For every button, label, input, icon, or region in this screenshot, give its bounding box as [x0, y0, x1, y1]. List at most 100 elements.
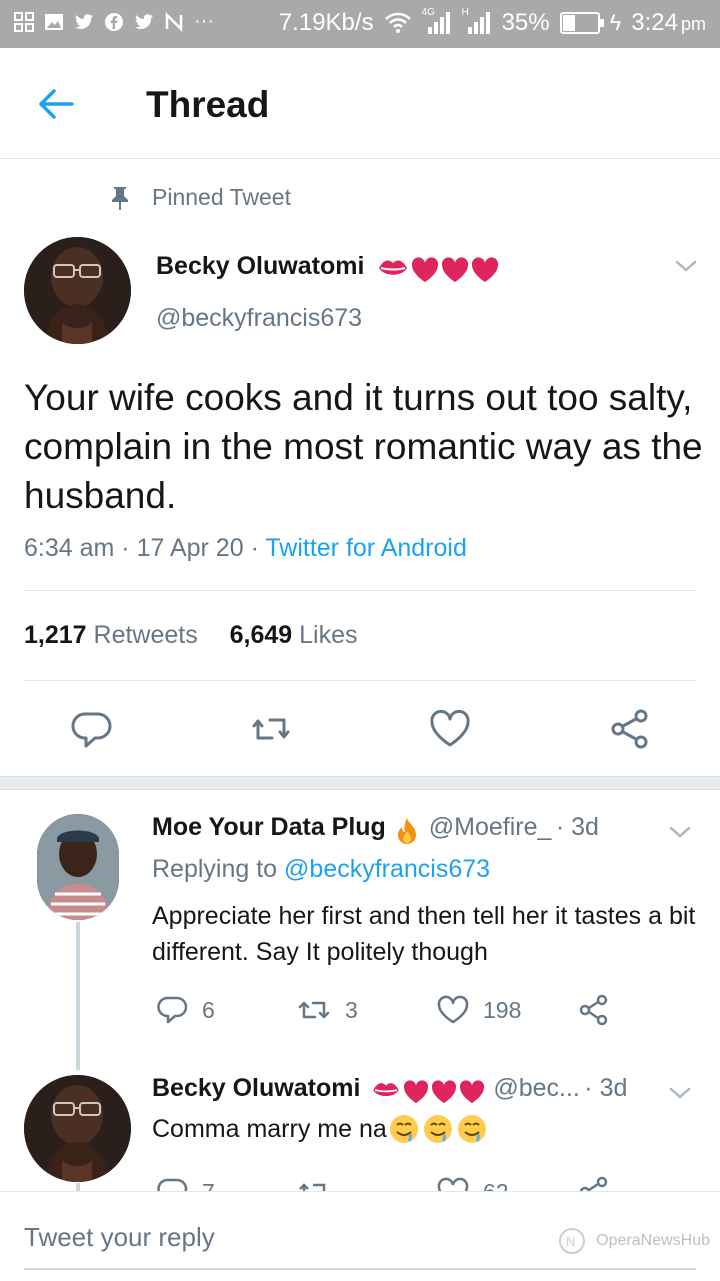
- reply-avatar[interactable]: [24, 1075, 131, 1182]
- lips-icon: [373, 1082, 399, 1096]
- signal-sim1: 4G: [422, 7, 452, 35]
- drooling-face-icon: [423, 1115, 452, 1143]
- like-icon[interactable]: [429, 708, 471, 750]
- author-name: Becky Oluwatomi: [156, 252, 365, 280]
- name-emojis: [371, 1080, 485, 1104]
- more-notifications-icon: ···: [194, 10, 214, 32]
- drooling-face-icon: [457, 1115, 486, 1143]
- likes-label: Likes: [299, 621, 358, 649]
- replying-to: Replying to @beckyfrancis673: [152, 855, 490, 884]
- tweet-author[interactable]: Becky Oluwatomi: [156, 252, 499, 283]
- reply-author-handle[interactable]: @bec...: [493, 1074, 580, 1102]
- like-count: 62: [483, 1179, 509, 1192]
- chevron-down-icon[interactable]: [674, 254, 698, 278]
- clock-ampm: pm: [680, 14, 706, 34]
- signal-bars-icon-2: [467, 12, 490, 34]
- twitter-bird-icon-2: [135, 13, 153, 29]
- reply-reply-action[interactable]: 6: [156, 994, 215, 1026]
- reply-like-action[interactable]: 62: [437, 1176, 509, 1191]
- nfc-icon: [165, 11, 183, 32]
- reply-icon[interactable]: [70, 708, 112, 750]
- status-bar: ··· 7.19Kb/s 4G H 35% ϟ 3:24 pm: [0, 0, 720, 48]
- heart-emoji-icon: [471, 257, 498, 282]
- notification-icons: ···: [14, 10, 214, 33]
- reply-author-name[interactable]: Moe Your Data Plug: [152, 813, 386, 841]
- wifi-icon: [384, 12, 411, 33]
- likes-stat[interactable]: 6,649 Likes: [230, 621, 358, 649]
- drooling-face-emojis: [389, 1114, 487, 1144]
- drooling-face-icon: [389, 1115, 418, 1143]
- retweets-stat[interactable]: 1,217 Retweets: [24, 621, 198, 649]
- divider: [24, 590, 696, 591]
- reply-count: 7: [202, 1179, 215, 1192]
- reply-text-row: Comma marry me na: [152, 1111, 487, 1147]
- like-icon: [437, 1177, 469, 1191]
- share-icon[interactable]: [609, 708, 651, 750]
- tweet-date: 17 Apr 20: [136, 534, 244, 562]
- reply-text: Appreciate her first and then tell her i…: [152, 902, 696, 966]
- retweets-count: 1,217: [24, 621, 87, 649]
- author-handle[interactable]: @beckyfrancis673: [156, 304, 362, 333]
- divider: [24, 680, 696, 681]
- section-gap: [0, 776, 720, 790]
- reply-author-handle[interactable]: @Moefire_: [429, 813, 552, 841]
- back-arrow-icon[interactable]: [36, 84, 76, 124]
- share-icon[interactable]: [578, 994, 610, 1026]
- meta-separator: ·: [250, 534, 266, 562]
- reply-like-action[interactable]: 198: [437, 994, 521, 1026]
- retweet-count: 3: [345, 996, 358, 1023]
- avatar-image: [24, 237, 131, 344]
- like-icon: [437, 995, 469, 1024]
- reply-text: Comma marry me na: [152, 1115, 387, 1143]
- charging-icon: ϟ: [609, 10, 622, 35]
- network-speed: 7.19Kb/s: [278, 9, 374, 36]
- likes-count: 6,649: [229, 621, 293, 649]
- retweet-icon[interactable]: [297, 1176, 331, 1191]
- reply-reply-action[interactable]: 7: [156, 1176, 215, 1191]
- reply-actions-clipped: 7 62: [0, 1168, 720, 1191]
- reply-header: Moe Your Data Plug @Moefire_ · 3d: [152, 813, 599, 845]
- reply-age: · 3d: [555, 813, 599, 841]
- signal-bars-icon: [427, 12, 450, 34]
- tweet-source-link[interactable]: Twitter for Android: [265, 534, 466, 562]
- lips-icon: [378, 260, 407, 275]
- pinned-label: Pinned Tweet: [152, 184, 291, 210]
- tweet-stats: 1,217 Retweets 6,649 Likes: [24, 621, 358, 650]
- retweets-label: Retweets: [93, 621, 198, 649]
- replying-to-handle[interactable]: @beckyfrancis673: [284, 855, 490, 883]
- reply-icon: [157, 996, 188, 1024]
- retweet-icon: [298, 1001, 330, 1019]
- share-icon[interactable]: [578, 1176, 610, 1191]
- system-indicators: 7.19Kb/s 4G H 35% ϟ 3:24 pm: [278, 7, 706, 37]
- reply-header: Becky Oluwatomi @bec... · 3d: [152, 1074, 627, 1104]
- heart-emoji-icon: [459, 1080, 484, 1103]
- tweet-text: Your wife cooks and it turns out too sal…: [24, 377, 703, 516]
- name-emojis: [377, 257, 499, 283]
- gallery-icon: [45, 13, 63, 30]
- meta-separator: ·: [121, 534, 137, 562]
- chevron-down-icon[interactable]: [668, 1081, 692, 1105]
- top-bar: Thread: [0, 48, 720, 159]
- avatar-image: [24, 1075, 131, 1182]
- reply-author-name[interactable]: Becky Oluwatomi: [152, 1074, 360, 1102]
- reply-input[interactable]: Tweet your reply: [24, 1222, 215, 1253]
- watermark-text: OperaNewsHub: [596, 1232, 710, 1249]
- avatar[interactable]: [24, 237, 131, 344]
- battery-percent: 35%: [501, 9, 550, 36]
- reply-icon: [157, 1178, 188, 1191]
- app-grid-icon: [14, 11, 34, 32]
- battery-level: [562, 15, 576, 31]
- retweet-icon[interactable]: [250, 708, 292, 750]
- page-title: Thread: [146, 84, 270, 125]
- watermark: N OperaNewsHub: [554, 1226, 710, 1256]
- heart-emoji-icon: [431, 1080, 456, 1103]
- chevron-down-icon[interactable]: [668, 820, 692, 844]
- clock: 3:24 pm: [631, 9, 706, 37]
- fire-emoji-icon: [398, 817, 417, 844]
- tweet-time: 6:34 am: [24, 534, 115, 562]
- reply-avatar[interactable]: [37, 814, 119, 920]
- svg-text:N: N: [566, 1234, 575, 1249]
- heart-emoji-icon: [411, 257, 438, 282]
- watermark-logo-icon: N: [559, 1228, 586, 1254]
- reply-retweet-action[interactable]: 3: [297, 994, 358, 1026]
